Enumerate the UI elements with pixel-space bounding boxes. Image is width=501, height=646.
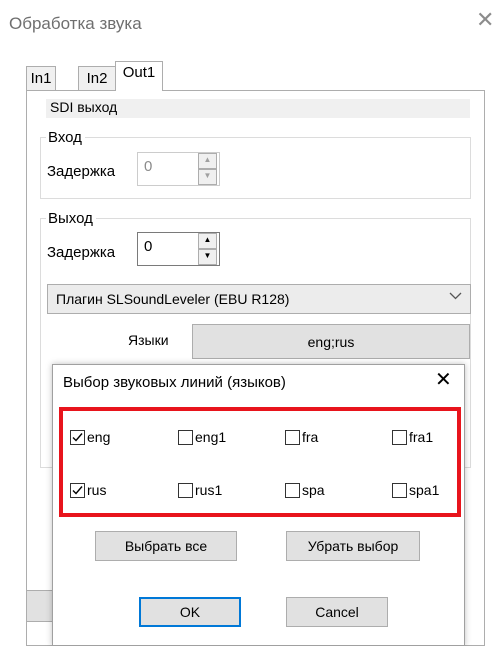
select-all-button[interactable]: Выбрать все	[95, 531, 237, 561]
chevron-down-icon	[449, 288, 462, 303]
arrow-up-icon[interactable]: ▲	[198, 153, 217, 169]
highlight-box	[59, 407, 461, 517]
checkmark-icon	[72, 485, 83, 495]
ok-button[interactable]: OK	[139, 597, 241, 627]
input-delay-label: Задержка	[47, 163, 116, 180]
tab-in1[interactable]: In1	[26, 66, 56, 90]
checkbox-box[interactable]	[178, 429, 193, 445]
checkbox-label: fra	[302, 429, 319, 445]
input-delay-spinner[interactable]: 0 ▲ ▼	[137, 152, 220, 186]
clear-selection-button[interactable]: Убрать выбор	[286, 531, 420, 561]
checkbox-label: eng	[87, 429, 111, 445]
arrow-up-icon[interactable]: ▲	[198, 233, 217, 249]
checkbox-label: spa	[302, 482, 325, 498]
checkbox-label: fra1	[409, 429, 434, 445]
output-delay-value: 0	[144, 238, 153, 255]
checkbox-label: rus1	[195, 482, 223, 498]
checkbox-label: spa1	[409, 482, 440, 498]
plugin-selected-value: Плагин SLSoundLeveler (EBU R128)	[56, 291, 290, 307]
languages-button[interactable]: eng;rus	[192, 324, 470, 359]
arrow-down-icon[interactable]: ▼	[198, 249, 217, 265]
sdi-output-header: SDI выход	[46, 99, 470, 118]
close-icon[interactable]: ✕	[435, 370, 452, 390]
checkbox-fra[interactable]: fra	[285, 429, 318, 445]
checkmark-icon	[72, 432, 83, 442]
cancel-button[interactable]: Cancel	[286, 597, 388, 627]
checkbox-box[interactable]	[178, 482, 193, 498]
window-title: Обработка звука	[9, 14, 142, 33]
output-group-title: Выход	[46, 210, 96, 227]
arrow-down-icon[interactable]: ▼	[198, 169, 217, 185]
tab-in2[interactable]: In2	[78, 66, 116, 90]
language-selection-dialog: Выбор звуковых линий (языков) ✕ eng eng1…	[52, 364, 465, 646]
tab-out1[interactable]: Out1	[115, 61, 163, 91]
input-group-title: Вход	[46, 129, 85, 146]
checkbox-eng1[interactable]: eng1	[178, 429, 226, 445]
checkbox-box[interactable]	[392, 482, 407, 498]
checkbox-spa[interactable]: spa	[285, 482, 325, 498]
checkbox-label: rus	[87, 482, 107, 498]
close-icon[interactable]: ✕	[476, 9, 494, 31]
checkbox-label: eng1	[195, 429, 227, 445]
checkbox-rus1[interactable]: rus1	[178, 482, 222, 498]
output-delay-spinner[interactable]: 0 ▲ ▼	[137, 232, 220, 266]
output-delay-label: Задержка	[47, 244, 116, 261]
languages-label: Языки	[128, 332, 169, 348]
checkbox-rus[interactable]: rus	[70, 482, 106, 498]
checkbox-box[interactable]	[285, 482, 300, 498]
checkbox-box[interactable]	[70, 482, 85, 498]
checkbox-box[interactable]	[285, 429, 300, 445]
checkbox-box[interactable]	[392, 429, 407, 445]
plugin-dropdown[interactable]: Плагин SLSoundLeveler (EBU R128)	[47, 284, 471, 314]
checkbox-box[interactable]	[70, 429, 85, 445]
checkbox-fra1[interactable]: fra1	[392, 429, 433, 445]
checkbox-spa1[interactable]: spa1	[392, 482, 439, 498]
checkbox-eng[interactable]: eng	[70, 429, 110, 445]
dialog-title: Выбор звуковых линий (языков)	[63, 374, 286, 391]
input-delay-value: 0	[144, 158, 153, 175]
